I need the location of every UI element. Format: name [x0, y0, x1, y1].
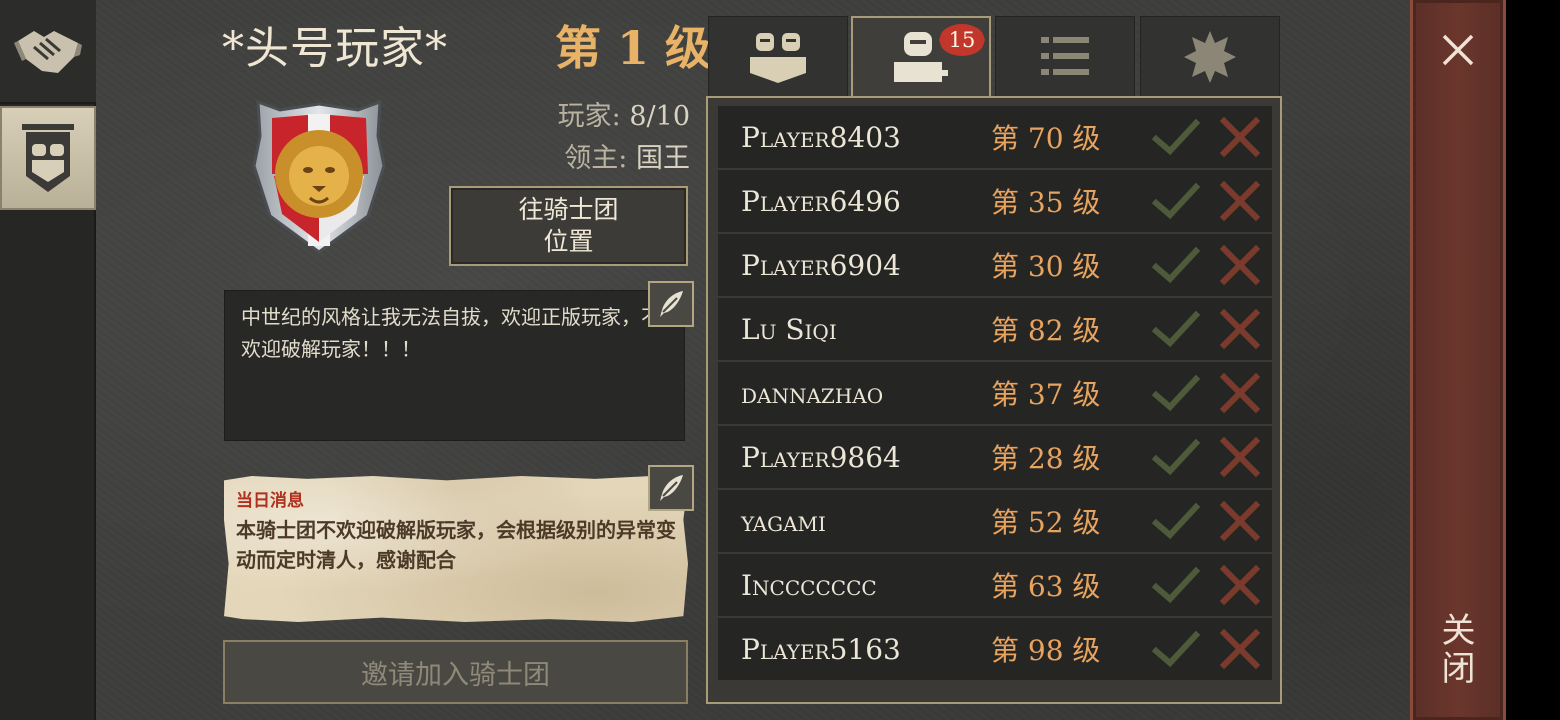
daily-message-text: 本骑士团不欢迎破解版玩家，会根据级别的异常变动而定时清人，感谢配合 [236, 518, 676, 572]
edit-daily-message-button[interactable] [648, 465, 694, 511]
guild-crest-icon [252, 99, 386, 254]
join-request-player-level: 第 35 级 [991, 186, 1101, 219]
close-button-label[interactable]: 关闭 [1435, 612, 1480, 688]
reject-x-icon[interactable] [1218, 115, 1262, 159]
join-request-player-level: 第 37 级 [991, 378, 1101, 411]
quill-icon [660, 291, 683, 317]
accept-check-icon[interactable] [1152, 373, 1200, 413]
guild-lord-value: 国王 [636, 143, 690, 174]
guild-description: 中世纪的风格让我无法自拔，欢迎正版玩家，不欢迎破解玩家！！！ [224, 290, 685, 441]
screen-edge [1506, 0, 1560, 720]
reject-x-icon[interactable] [1218, 243, 1262, 287]
join-requests-panel: Player8403 第 70 级 Player6496 第 35 级 Player69… [706, 96, 1282, 704]
edit-description-button[interactable] [648, 281, 694, 327]
join-request-row: Player6496 第 35 级 [718, 170, 1272, 232]
accept-check-icon[interactable] [1152, 245, 1200, 285]
join-request-row: Lu Siqi 第 82 级 [718, 298, 1272, 360]
reject-x-icon[interactable] [1218, 563, 1262, 607]
accept-check-icon[interactable] [1152, 629, 1200, 669]
join-request-player-level: 第 70 级 [991, 122, 1101, 155]
tab-emblem[interactable] [1140, 16, 1280, 98]
invite-to-guild-button[interactable]: 邀请加入骑士团 [223, 640, 688, 704]
close-icon[interactable] [1436, 28, 1480, 72]
join-request-row: Inccccccc 第 63 级 [718, 554, 1272, 616]
join-request-player-name: Inccccccc [741, 568, 877, 602]
reject-x-icon[interactable] [1218, 499, 1262, 543]
join-request-player-level: 第 63 级 [991, 570, 1101, 603]
guild-lord-label: 领主: [564, 143, 628, 174]
guild-name: *头号玩家* [222, 23, 448, 74]
join-request-row: Player6904 第 30 级 [718, 234, 1272, 296]
join-requests-count-badge: 15 [939, 24, 985, 56]
knights-banner-icon [22, 124, 74, 192]
goto-guild-location-button[interactable]: 往骑士团 位置 [449, 186, 688, 266]
join-request-player-name: Player6496 [741, 184, 901, 218]
player-count: 玩家: 8/10 [558, 94, 690, 133]
tab-members[interactable] [708, 16, 848, 98]
guild-level: 第 1 级 [555, 21, 712, 75]
join-request-player-name: Player6904 [741, 248, 901, 282]
members-icon [750, 33, 806, 83]
accept-check-icon[interactable] [1152, 437, 1200, 477]
reject-x-icon[interactable] [1218, 627, 1262, 671]
join-request-player-level: 第 98 级 [991, 634, 1101, 667]
accept-check-icon[interactable] [1152, 565, 1200, 605]
join-request-player-name: Player9864 [741, 440, 901, 474]
join-request-row: dannazhao 第 37 级 [718, 362, 1272, 424]
join-request-player-level: 第 82 级 [991, 314, 1101, 347]
join-request-player-level: 第 52 级 [991, 506, 1101, 539]
nav-guild-button[interactable] [0, 106, 96, 210]
nav-alliance-button[interactable] [0, 0, 96, 104]
reject-x-icon[interactable] [1218, 307, 1262, 351]
join-request-row: Player8403 第 70 级 [718, 106, 1272, 168]
emblem-icon [1184, 31, 1236, 83]
join-request-row: Player5163 第 98 级 [718, 618, 1272, 680]
tab-list[interactable] [995, 16, 1135, 98]
join-request-row: yagami 第 52 级 [718, 490, 1272, 552]
side-nav [0, 0, 96, 720]
join-request-player-name: Lu Siqi [741, 312, 837, 346]
goto-guild-location-label-line2: 位置 [543, 227, 594, 256]
reject-x-icon[interactable] [1218, 371, 1262, 415]
accept-check-icon[interactable] [1152, 181, 1200, 221]
daily-message-title: 当日消息 [236, 491, 304, 511]
player-count-label: 玩家: [557, 101, 621, 132]
accept-check-icon[interactable] [1152, 309, 1200, 349]
join-request-row: Player9864 第 28 级 [718, 426, 1272, 488]
join-request-player-name: Player5163 [741, 632, 901, 666]
reject-x-icon[interactable] [1218, 179, 1262, 223]
accept-check-icon[interactable] [1152, 117, 1200, 157]
guild-lord: 领主: 国王 [564, 136, 690, 175]
join-request-player-name: Player8403 [741, 120, 901, 154]
player-count-value: 8/10 [629, 101, 690, 132]
daily-message: 当日消息 本骑士团不欢迎破解版玩家，会根据级别的异常变动而定时清人，感谢配合 [224, 476, 688, 622]
join-request-player-name: yagami [741, 504, 826, 538]
join-request-player-level: 第 28 级 [991, 442, 1101, 475]
list-icon [1041, 37, 1089, 75]
join-request-player-level: 第 30 级 [991, 250, 1101, 283]
handshake-icon [14, 31, 82, 73]
reject-x-icon[interactable] [1218, 435, 1262, 479]
accept-check-icon[interactable] [1152, 501, 1200, 541]
join-requests-list[interactable]: Player8403 第 70 级 Player6496 第 35 级 Player69… [718, 106, 1272, 682]
goto-guild-location-label-line1: 往骑士团 [518, 195, 619, 224]
join-request-player-name: dannazhao [741, 376, 884, 410]
quill-icon [660, 475, 683, 501]
